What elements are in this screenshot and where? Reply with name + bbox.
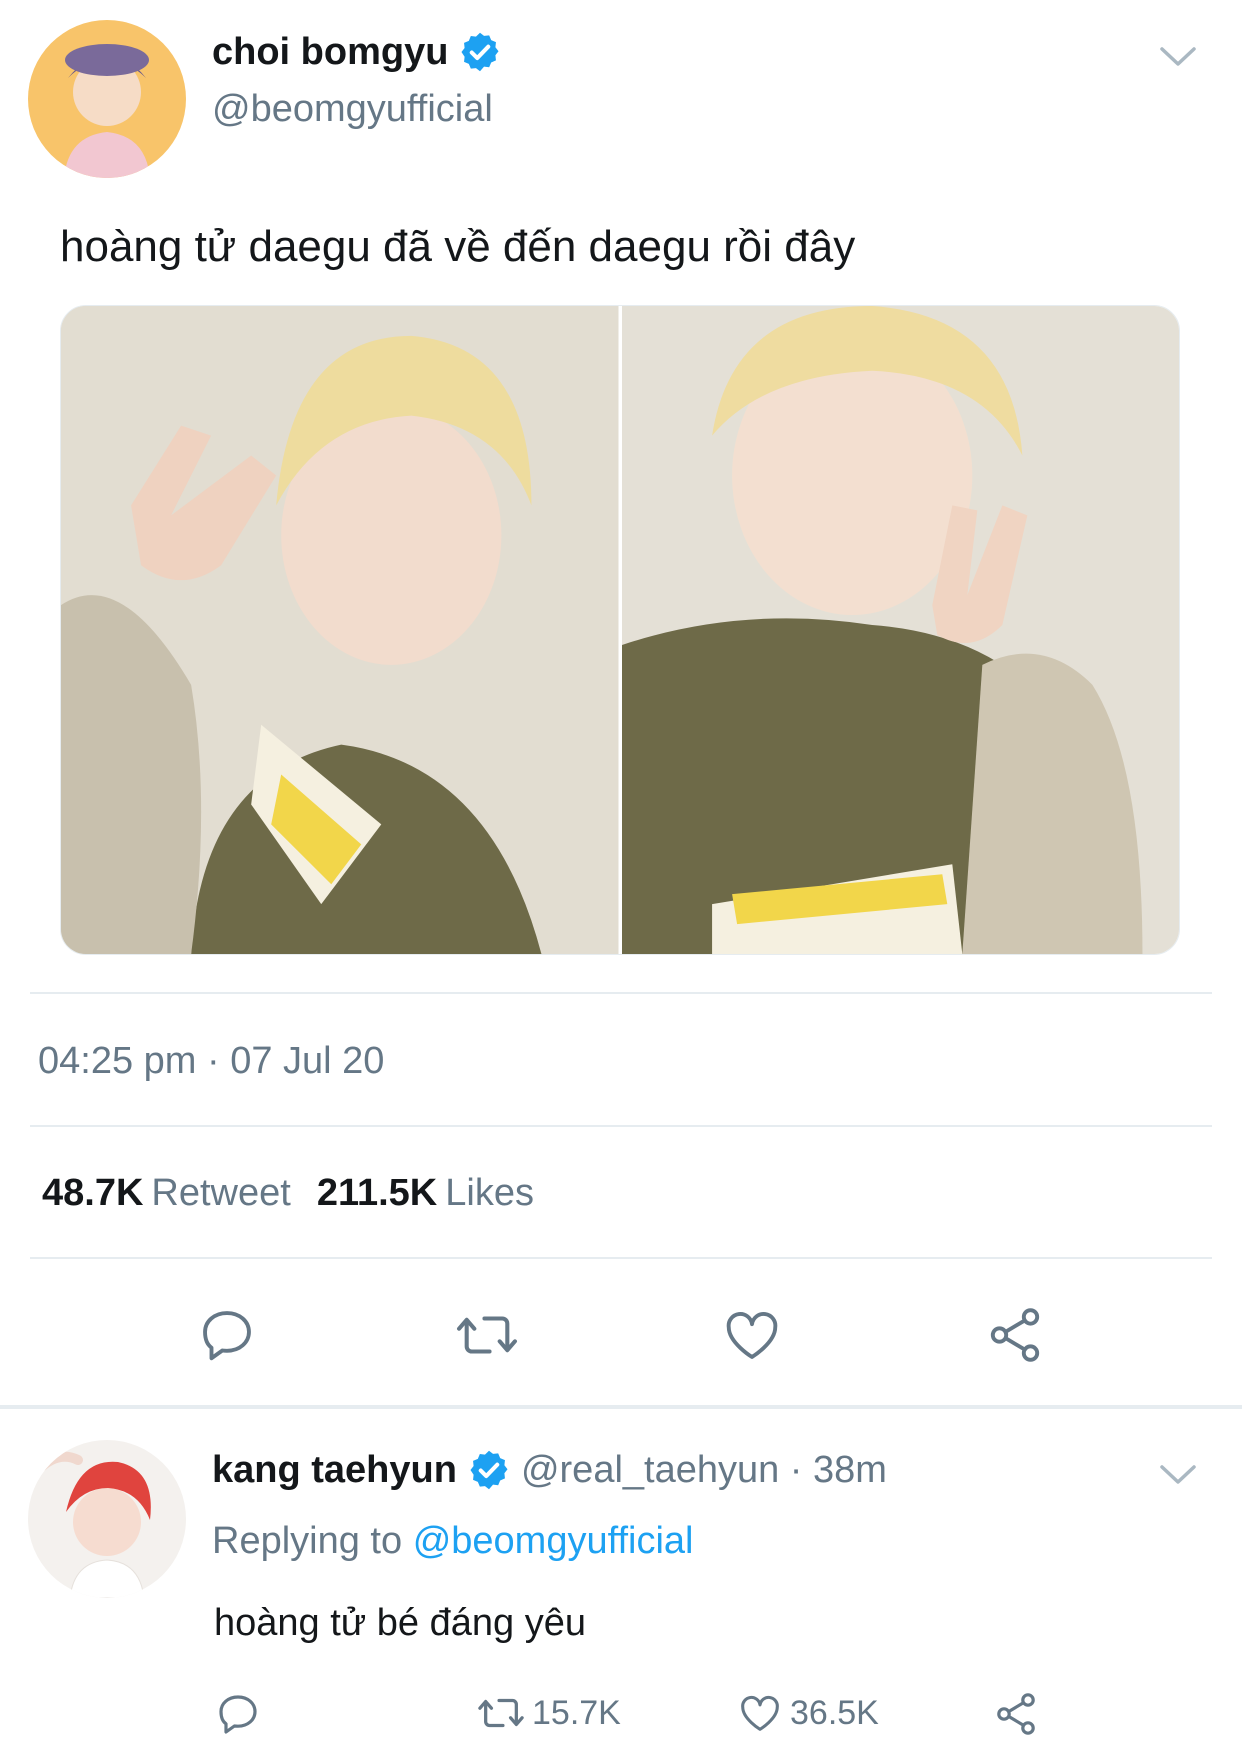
reply-retweet-count: 15.7K [532, 1693, 621, 1732]
divider [30, 1257, 1212, 1259]
reply-handle-time[interactable]: @real_taehyun · 38m [521, 1449, 887, 1492]
chevron-down-icon[interactable] [1158, 44, 1198, 70]
reply-reply-button[interactable] [214, 1690, 268, 1738]
tweet-text: hoàng tử daegu đã về đến daegu rồi đây [60, 222, 856, 271]
retweet-label[interactable]: Retweet [151, 1172, 290, 1214]
verified-badge-icon [461, 32, 499, 72]
reply-author-avatar[interactable] [28, 1440, 186, 1598]
reply-button[interactable] [192, 1300, 262, 1370]
author-display-name[interactable]: choi bomgyu [212, 31, 448, 74]
like-icon [741, 1695, 779, 1731]
like-count[interactable]: 211.5K [317, 1172, 437, 1214]
reply-retweet-button[interactable]: 15.7K [476, 1690, 621, 1736]
share-icon [990, 1308, 1040, 1362]
tweet-timestamp[interactable]: 04:25 pm · 07 Jul 20 [38, 1040, 384, 1083]
author-name-row: choi bomgyu [212, 30, 502, 74]
reply-share-button[interactable] [992, 1690, 1046, 1738]
tweet-stats: 48.7K Retweet 211.5K Likes [42, 1172, 534, 1215]
verified-badge-icon [470, 1450, 508, 1490]
replying-prefix: Replying to [212, 1520, 403, 1562]
reply-display-name[interactable]: kang taehyun [212, 1449, 457, 1492]
section-divider [0, 1405, 1242, 1409]
retweet-button[interactable] [452, 1300, 522, 1370]
share-button[interactable] [980, 1300, 1050, 1370]
chevron-down-icon[interactable] [1158, 1462, 1198, 1488]
reply-like-count: 36.5K [790, 1693, 879, 1732]
like-button[interactable] [717, 1300, 787, 1370]
reply-icon [203, 1311, 251, 1361]
retweet-icon [457, 1316, 517, 1354]
retweet-count[interactable]: 48.7K [42, 1172, 143, 1214]
author-avatar[interactable] [28, 20, 186, 178]
share-icon [997, 1693, 1035, 1735]
tweet-photo-1[interactable] [61, 306, 619, 954]
replying-mention[interactable]: @beomgyufficial [413, 1520, 694, 1562]
reply-icon [219, 1695, 257, 1734]
reply-text: hoàng tử bé đáng yêu [214, 1602, 586, 1644]
retweet-icon [478, 1698, 524, 1728]
divider [30, 1125, 1212, 1127]
replying-to: Replying to @beomgyufficial [212, 1520, 693, 1563]
like-icon [726, 1312, 778, 1359]
divider [30, 992, 1212, 994]
reply-like-button[interactable]: 36.5K [736, 1690, 879, 1736]
author-handle[interactable]: @beomgyufficial [212, 88, 493, 131]
tweet-media[interactable] [60, 305, 1180, 955]
reply-name-row: kang taehyun @real_taehyun · 38m [212, 1448, 887, 1492]
like-label[interactable]: Likes [445, 1172, 534, 1214]
tweet-photo-2[interactable] [618, 306, 1179, 954]
